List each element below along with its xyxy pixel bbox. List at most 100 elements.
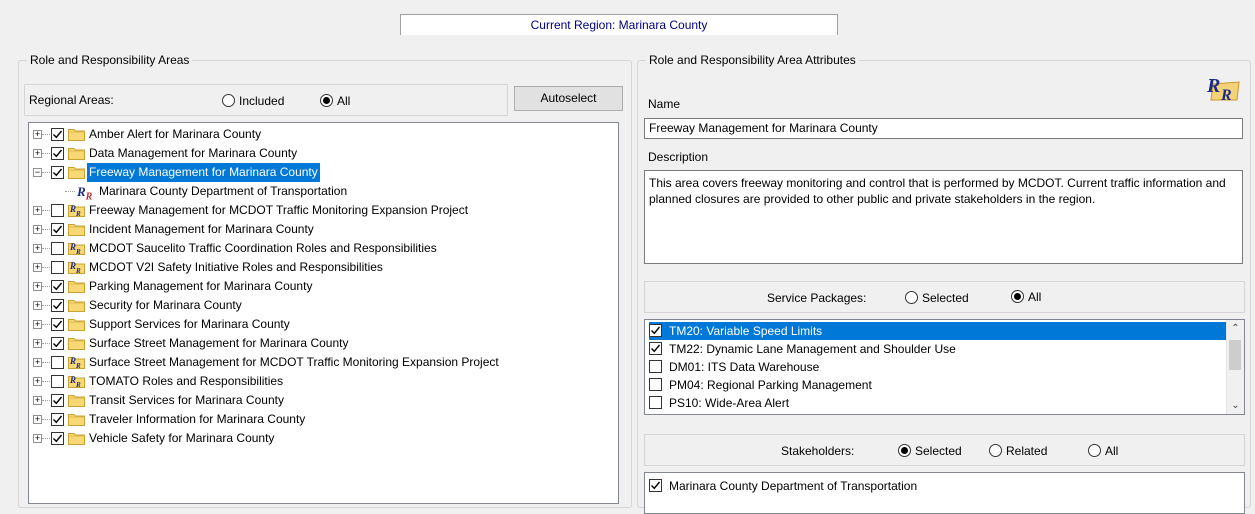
expand-icon[interactable]: + xyxy=(33,301,42,310)
scroll-thumb[interactable] xyxy=(1229,340,1241,370)
service-packages-list[interactable]: ⌃ ⌄ TM20: Variable Speed Limits TM22: Dyn… xyxy=(644,319,1245,415)
service-packages-panel: Service Packages: Selected All xyxy=(644,281,1245,313)
tree-item[interactable]: + R R MCDOT V2I Safety Initiative Roles and… xyxy=(29,258,618,277)
sp-selected-radio-circle[interactable] xyxy=(905,291,918,305)
tree-connector xyxy=(65,191,75,193)
tree-item-checkbox[interactable] xyxy=(51,280,64,293)
tree-connector xyxy=(42,343,50,345)
tree-item-checkbox[interactable] xyxy=(51,204,64,217)
stakeholder-checkbox[interactable] xyxy=(649,479,662,492)
expand-icon[interactable]: + xyxy=(33,263,42,272)
tree-item[interactable]: + Support Services for Marinara County xyxy=(29,315,618,334)
expand-icon[interactable]: + xyxy=(33,415,42,424)
tree-item-checkbox[interactable] xyxy=(51,128,64,141)
expand-icon[interactable]: + xyxy=(33,434,42,443)
service-package-checkbox[interactable] xyxy=(649,360,662,373)
tree-item-checkbox[interactable] xyxy=(51,356,64,369)
rr-areas-tree[interactable]: + Amber Alert for Marinara County + Data Ma… xyxy=(28,122,619,504)
tree-item-checkbox[interactable] xyxy=(51,166,64,179)
scroll-down-icon[interactable]: ⌄ xyxy=(1227,397,1244,414)
stakeholder-item[interactable]: Marinara County Department of Transporta… xyxy=(649,477,1226,495)
included-radio-circle[interactable] xyxy=(222,94,235,108)
all-areas-radio-label: All xyxy=(337,93,351,108)
expand-icon[interactable]: + xyxy=(33,282,42,291)
tree-item-checkbox[interactable] xyxy=(51,242,64,255)
tree-item[interactable]: − Freeway Management for Marinara County xyxy=(29,162,618,183)
expand-icon[interactable]: + xyxy=(33,130,42,139)
tree-item-checkbox[interactable] xyxy=(51,413,64,426)
tree-item-checkbox[interactable] xyxy=(51,318,64,331)
service-package-checkbox[interactable] xyxy=(649,396,662,409)
tree-item[interactable]: + Security for Marinara County xyxy=(29,296,618,315)
sp-selected-radio-label: Selected xyxy=(922,290,969,305)
service-package-label: DM01: ITS Data Warehouse xyxy=(669,360,820,374)
expand-icon[interactable]: + xyxy=(33,244,42,253)
tree-item[interactable]: + R R TOMATO Roles and Responsibilities xyxy=(29,372,618,391)
service-package-item[interactable]: PM04: Regional Parking Management xyxy=(649,376,1226,394)
sp-all-radio-circle[interactable] xyxy=(1011,290,1024,304)
sh-selected-radio[interactable]: Selected xyxy=(898,443,962,458)
tree-item[interactable]: + Transit Services for Marinara County xyxy=(29,391,618,410)
tree-item[interactable]: + Amber Alert for Marinara County xyxy=(29,125,618,144)
tree-item[interactable]: + R R MCDOT Saucelito Traffic Coordination … xyxy=(29,239,618,258)
tree-item-checkbox[interactable] xyxy=(51,394,64,407)
folder-icon xyxy=(68,298,85,312)
expand-icon[interactable]: + xyxy=(33,149,42,158)
tree-item-label: Marinara County Department of Transporta… xyxy=(99,184,348,198)
tree-child-item[interactable]: RR Marinara County Department of Transpor… xyxy=(29,182,618,203)
name-label: Name xyxy=(648,97,681,111)
tree-connector xyxy=(42,362,50,364)
stakeholders-list[interactable]: Marinara County Department of Transporta… xyxy=(644,472,1245,514)
folder-icon xyxy=(68,146,85,160)
collapse-icon[interactable]: − xyxy=(33,168,42,177)
sh-all-radio[interactable]: All xyxy=(1088,443,1118,458)
tree-connector xyxy=(42,134,50,136)
sp-scrollbar[interactable]: ⌃ ⌄ xyxy=(1226,320,1244,414)
tree-item[interactable]: + Incident Management for Marinara County xyxy=(29,220,618,239)
tree-item-checkbox[interactable] xyxy=(51,375,64,388)
sh-related-radio-circle[interactable] xyxy=(989,444,1002,458)
tree-item[interactable]: + Traveler Information for Marinara Count… xyxy=(29,410,618,429)
service-package-checkbox[interactable] xyxy=(649,342,662,355)
tree-item[interactable]: + R R Surface Street Management for MCDOT T… xyxy=(29,353,618,372)
tree-item-checkbox[interactable] xyxy=(51,147,64,160)
service-package-checkbox[interactable] xyxy=(649,378,662,391)
tree-item-checkbox[interactable] xyxy=(51,337,64,350)
all-areas-radio[interactable]: All xyxy=(320,93,350,108)
tree-item-checkbox[interactable] xyxy=(51,299,64,312)
service-package-item[interactable]: TM20: Variable Speed Limits xyxy=(649,322,1226,340)
all-areas-radio-circle[interactable] xyxy=(320,94,333,108)
sp-selected-radio[interactable]: Selected xyxy=(905,290,969,305)
sh-related-radio[interactable]: Related xyxy=(989,443,1047,458)
included-radio[interactable]: Included xyxy=(222,93,284,108)
service-package-checkbox[interactable] xyxy=(649,324,662,337)
service-package-item[interactable]: DM01: ITS Data Warehouse xyxy=(649,358,1226,376)
tree-item-checkbox[interactable] xyxy=(51,223,64,236)
expand-icon[interactable]: + xyxy=(33,396,42,405)
sh-all-radio-circle[interactable] xyxy=(1088,444,1101,458)
included-radio-label: Included xyxy=(239,93,285,108)
sp-all-radio[interactable]: All xyxy=(1011,289,1041,304)
folder-icon xyxy=(68,127,85,141)
service-package-item[interactable]: PS10: Wide-Area Alert xyxy=(649,394,1226,412)
tree-item-checkbox[interactable] xyxy=(51,261,64,274)
tree-item[interactable]: + Parking Management for Marinara County xyxy=(29,277,618,296)
expand-icon[interactable]: + xyxy=(33,320,42,329)
scroll-up-icon[interactable]: ⌃ xyxy=(1227,320,1244,337)
tree-item[interactable]: + Surface Street Management for Marinara … xyxy=(29,334,618,353)
expand-icon[interactable]: + xyxy=(33,377,42,386)
expand-icon[interactable]: + xyxy=(33,339,42,348)
tree-item-checkbox[interactable] xyxy=(51,432,64,445)
expand-icon[interactable]: + xyxy=(33,206,42,215)
service-package-item[interactable]: TM22: Dynamic Lane Management and Should… xyxy=(649,340,1226,358)
description-field[interactable]: This area covers freeway monitoring and … xyxy=(644,170,1243,264)
autoselect-button[interactable]: Autoselect xyxy=(514,86,623,111)
sh-selected-radio-circle[interactable] xyxy=(898,444,911,458)
tree-connector xyxy=(42,381,50,383)
tree-item[interactable]: + Vehicle Safety for Marinara County xyxy=(29,429,618,448)
tree-item[interactable]: + Data Management for Marinara County xyxy=(29,144,618,163)
tree-item[interactable]: + R R Freeway Management for MCDOT Traffic … xyxy=(29,201,618,220)
expand-icon[interactable]: + xyxy=(33,358,42,367)
name-field[interactable]: Freeway Management for Marinara County xyxy=(644,118,1243,139)
expand-icon[interactable]: + xyxy=(33,225,42,234)
